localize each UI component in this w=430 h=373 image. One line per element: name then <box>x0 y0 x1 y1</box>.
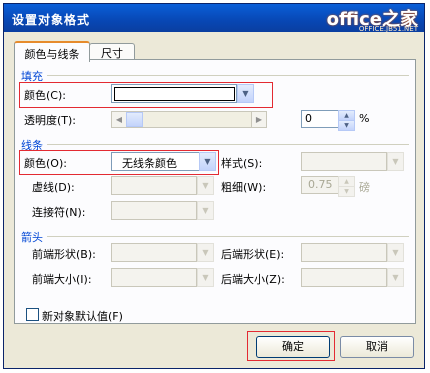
end-size-label: 后端大小(Z): <box>221 273 285 286</box>
arrows-section-title: 箭头 <box>21 231 43 244</box>
default-for-new-objects-label: 新对象默认值(F) <box>42 310 123 323</box>
transparency-value: 0 <box>305 112 312 125</box>
ok-button[interactable]: 确定 <box>256 336 330 358</box>
section-divider <box>47 75 409 76</box>
cancel-button-label: 取消 <box>366 340 388 353</box>
chevron-down-icon: ▼ <box>242 89 249 98</box>
begin-size-label: 前端大小(I): <box>32 273 92 286</box>
chevron-up-icon: ▲ <box>344 111 349 119</box>
title-bar[interactable]: 设置对象格式 office之家 OFFICE.JB51.NET <box>4 4 424 33</box>
end-size-select[interactable] <box>301 268 387 287</box>
chevron-down-icon: ▼ <box>392 248 399 257</box>
fill-color-label: 颜色(C): <box>24 89 66 102</box>
percent-sign: % <box>359 112 370 125</box>
chevron-down-icon: ▼ <box>344 187 349 195</box>
chevron-down-icon: ▼ <box>202 206 209 215</box>
scroll-left-button[interactable]: ◀ <box>111 111 127 128</box>
scroll-right-button[interactable]: ▶ <box>251 111 267 128</box>
weight-spin-down[interactable]: ▼ <box>338 186 355 197</box>
chevron-down-icon: ▼ <box>202 273 209 282</box>
chevron-down-icon: ▼ <box>204 157 211 166</box>
tab-label: 颜色与线条 <box>24 48 80 61</box>
tab-panel: 填充 颜色(C): ▼ 透明度(T): ◀ ▶ 0 ▲ ▼ % 线条 颜色(O)… <box>14 59 416 324</box>
transparency-slider-track[interactable] <box>126 111 251 128</box>
ok-button-label: 确定 <box>282 340 304 353</box>
line-style-select[interactable] <box>301 152 387 171</box>
fill-color-dropdown-button[interactable]: ▼ <box>237 84 254 103</box>
chevron-down-icon: ▼ <box>202 248 209 257</box>
chevron-up-icon: ▲ <box>344 177 349 185</box>
default-for-new-objects-checkbox[interactable] <box>26 308 39 321</box>
dialog-title: 设置对象格式 <box>12 13 91 27</box>
cancel-button[interactable]: 取消 <box>340 336 414 358</box>
section-divider <box>47 144 409 145</box>
tab-size[interactable]: 尺寸 <box>89 43 135 60</box>
end-style-dropdown-button[interactable]: ▼ <box>387 243 404 262</box>
transparency-spin-down[interactable]: ▼ <box>338 120 355 131</box>
begin-style-dropdown-button[interactable]: ▼ <box>197 243 214 262</box>
fill-color-swatch <box>114 87 235 101</box>
connector-select[interactable] <box>111 201 197 220</box>
format-object-dialog: 设置对象格式 office之家 OFFICE.JB51.NET 颜色与线条 尺寸… <box>3 3 425 369</box>
transparency-label: 透明度(T): <box>24 114 77 127</box>
begin-style-label: 前端形状(B): <box>32 248 96 261</box>
chevron-down-icon: ▼ <box>344 121 349 129</box>
begin-size-select[interactable] <box>111 268 197 287</box>
chevron-down-icon: ▼ <box>392 157 399 166</box>
transparency-slider-thumb[interactable] <box>126 112 143 127</box>
chevron-down-icon: ▼ <box>392 273 399 282</box>
section-divider <box>47 236 409 237</box>
dash-select[interactable] <box>111 176 197 195</box>
connector-dropdown-button[interactable]: ▼ <box>197 201 214 220</box>
line-color-select[interactable]: 无线条颜色 <box>111 152 201 171</box>
end-size-dropdown-button[interactable]: ▼ <box>387 268 404 287</box>
weight-unit: 磅 <box>359 181 370 194</box>
weight-value: 0.75 <box>308 178 333 191</box>
weight-label: 粗细(W): <box>221 181 267 194</box>
dash-dropdown-button[interactable]: ▼ <box>197 176 214 195</box>
line-style-label: 样式(S): <box>221 157 263 170</box>
fill-color-select[interactable] <box>111 84 237 103</box>
begin-style-select[interactable] <box>111 243 197 262</box>
line-color-value: 无线条颜色 <box>122 157 177 170</box>
begin-size-dropdown-button[interactable]: ▼ <box>197 268 214 287</box>
line-color-dropdown-button[interactable]: ▼ <box>199 152 216 171</box>
tab-colors-and-lines[interactable]: 颜色与线条 <box>14 41 90 62</box>
end-style-select[interactable] <box>301 243 387 262</box>
end-style-label: 后端形状(E): <box>221 248 285 261</box>
watermark-url: OFFICE.JB51.NET <box>358 25 418 33</box>
connector-label: 连接符(N): <box>32 206 86 219</box>
dash-label: 虚线(D): <box>32 181 75 194</box>
chevron-down-icon: ▼ <box>202 181 209 190</box>
line-color-label: 颜色(O): <box>24 157 67 170</box>
line-style-dropdown-button[interactable]: ▼ <box>387 152 404 171</box>
